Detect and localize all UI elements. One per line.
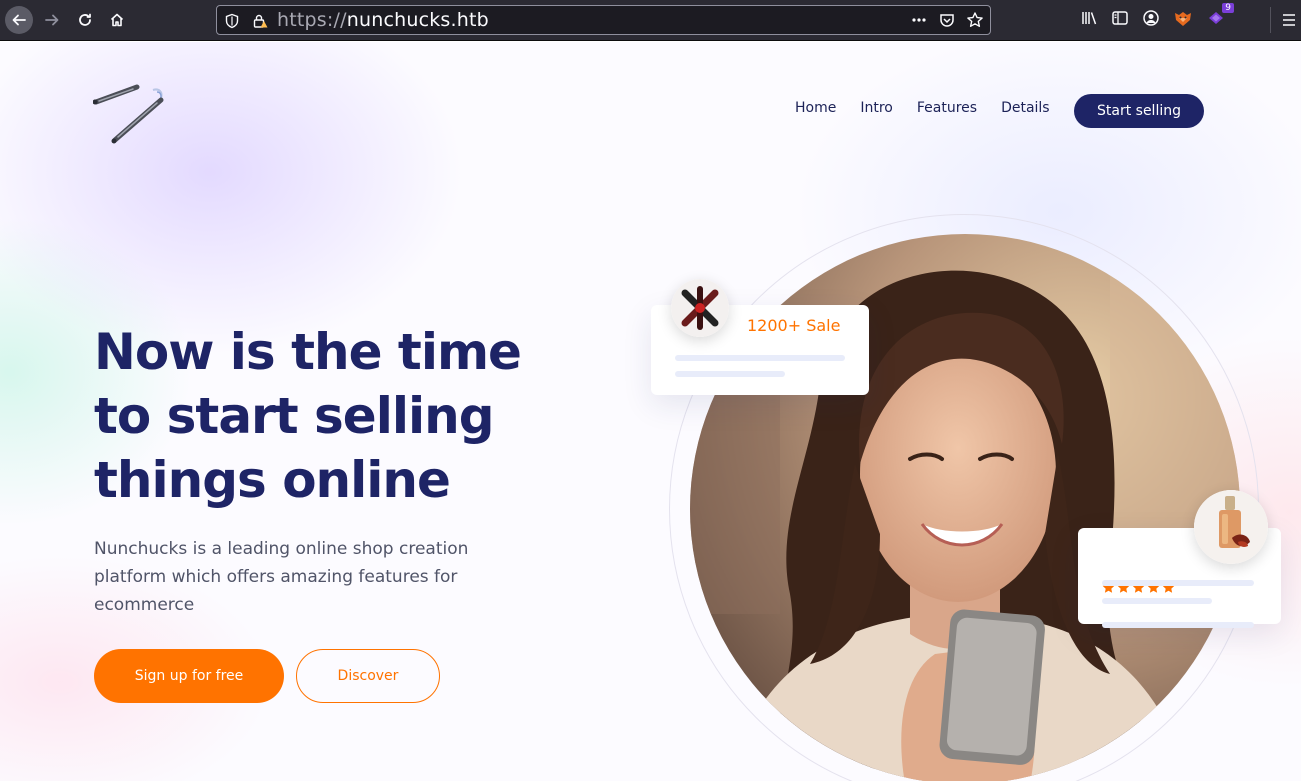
url-scheme: https:// bbox=[277, 9, 347, 31]
library-icon[interactable] bbox=[1080, 9, 1098, 27]
url-bar[interactable]: https://nunchucks.htb bbox=[216, 5, 991, 35]
hero-title-line: Now is the time bbox=[94, 323, 522, 381]
nav-link-home[interactable]: Home bbox=[795, 100, 836, 116]
placeholder-line bbox=[675, 371, 785, 377]
url-text[interactable]: https://nunchucks.htb bbox=[277, 9, 489, 31]
site-logo[interactable] bbox=[92, 84, 169, 151]
account-icon[interactable] bbox=[1142, 9, 1160, 27]
web-page: Home Intro Features Details Start sellin… bbox=[0, 42, 1301, 781]
hero-title: Now is the time to start selling things … bbox=[94, 320, 564, 512]
nav-link-details[interactable]: Details bbox=[1001, 100, 1050, 116]
extension-purple-icon[interactable]: 9 bbox=[1206, 3, 1234, 27]
forward-arrow-icon bbox=[45, 14, 59, 26]
placeholder-line bbox=[675, 355, 845, 361]
placeholder-line bbox=[1102, 598, 1212, 604]
nunchuck-logo-icon bbox=[92, 84, 164, 144]
insecure-lock-icon[interactable] bbox=[252, 13, 268, 34]
nav-link-intro[interactable]: Intro bbox=[860, 100, 893, 116]
pocket-icon[interactable] bbox=[938, 11, 956, 29]
home-icon bbox=[110, 13, 124, 27]
reload-button[interactable] bbox=[71, 6, 99, 34]
bookmark-star-icon[interactable] bbox=[966, 11, 984, 29]
tracking-shield-icon[interactable] bbox=[225, 13, 239, 34]
product-thumbnail bbox=[1194, 490, 1268, 564]
hero-subtitle: Nunchucks is a leading online shop creat… bbox=[94, 535, 494, 619]
hamburger-menu-icon[interactable] bbox=[1282, 12, 1296, 33]
reload-icon bbox=[79, 13, 91, 26]
nav-link-features[interactable]: Features bbox=[917, 100, 977, 116]
start-selling-button[interactable]: Start selling bbox=[1074, 94, 1204, 128]
discover-button[interactable]: Discover bbox=[296, 649, 440, 703]
hero-subtitle-line: Nunchucks is a leading online shop creat… bbox=[94, 539, 469, 559]
extension-fox-icon[interactable] bbox=[1173, 9, 1193, 27]
back-arrow-icon bbox=[12, 14, 26, 26]
page-actions-icon[interactable] bbox=[910, 11, 928, 29]
hero-subtitle-line: ecommerce bbox=[94, 595, 195, 615]
url-host: nunchucks.htb bbox=[346, 9, 489, 31]
product-thumbnail bbox=[671, 279, 729, 337]
extension-badge: 9 bbox=[1222, 3, 1234, 13]
hero-title-line: to start selling bbox=[94, 387, 495, 445]
sign-up-button[interactable]: Sign up for free bbox=[94, 649, 284, 703]
hero-subtitle-line: platform which offers amazing features f… bbox=[94, 567, 458, 587]
browser-toolbar: https://nunchucks.htb 9 bbox=[0, 0, 1301, 41]
placeholder-line bbox=[1102, 622, 1254, 628]
hero-title-line: things online bbox=[94, 451, 451, 509]
sale-count-label: 1200+ Sale bbox=[747, 316, 841, 335]
forward-button[interactable] bbox=[38, 6, 66, 34]
main-nav: Home Intro Features Details bbox=[795, 100, 1074, 116]
placeholder-line bbox=[1102, 580, 1254, 586]
back-button[interactable] bbox=[5, 6, 33, 34]
home-button[interactable] bbox=[103, 6, 131, 34]
toolbar-divider bbox=[1270, 7, 1271, 33]
sidebar-icon[interactable] bbox=[1111, 9, 1129, 27]
